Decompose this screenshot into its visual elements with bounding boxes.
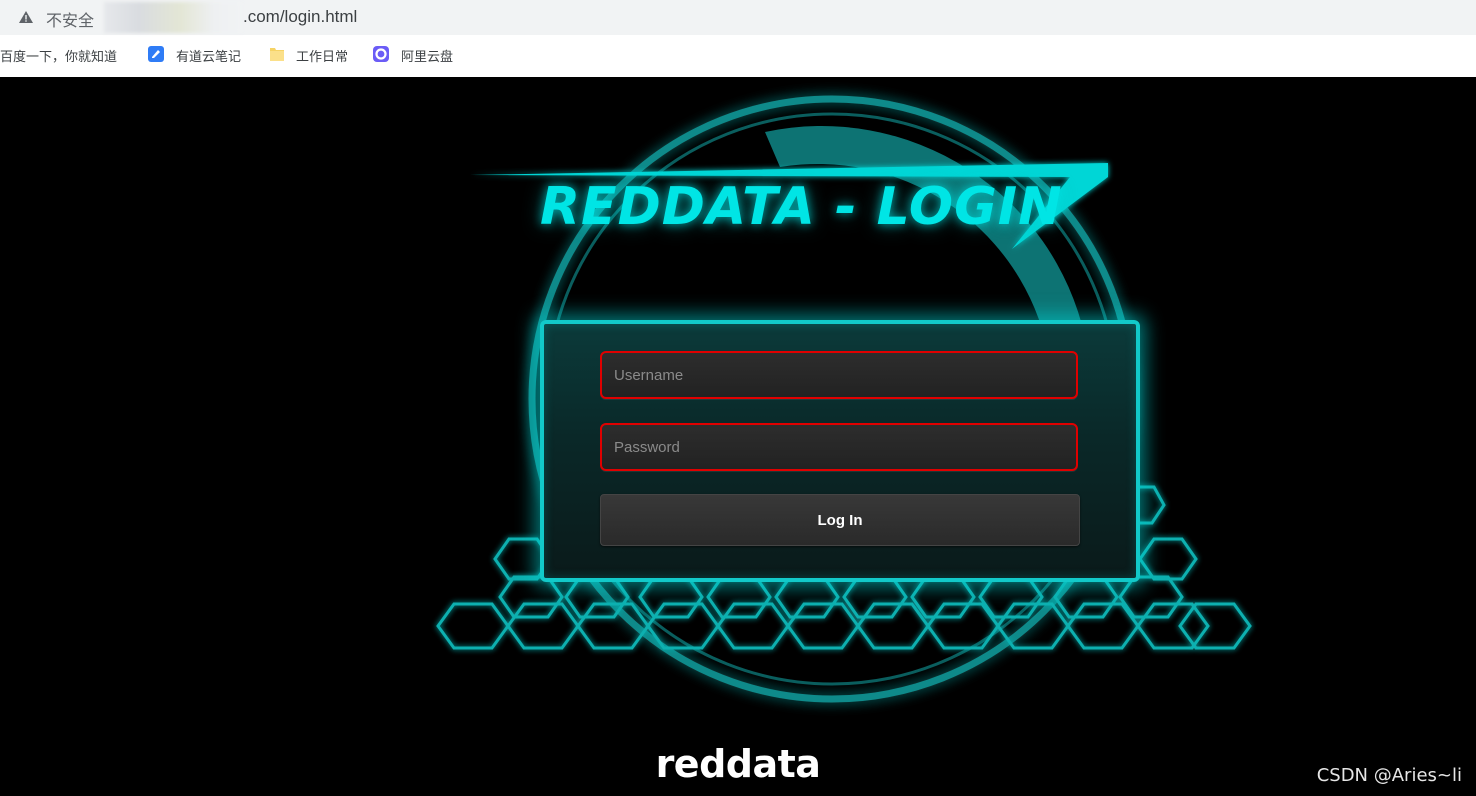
warning-icon[interactable] bbox=[18, 9, 34, 25]
url-text[interactable]: .com/login.html bbox=[243, 7, 357, 27]
watermark: CSDN @Aries~li bbox=[1316, 765, 1462, 786]
footer-brand: reddata bbox=[655, 742, 821, 786]
bookmark-baidu[interactable]: 百度一下，你就知道 bbox=[0, 46, 117, 65]
password-input[interactable] bbox=[602, 425, 1076, 469]
username-field-wrapper bbox=[600, 351, 1078, 399]
login-page: REDDATA - LOGIN Log In reddata CSDN @Ari… bbox=[0, 77, 1476, 796]
cloud-drive-icon bbox=[373, 46, 389, 62]
password-field-wrapper bbox=[600, 423, 1078, 471]
note-icon bbox=[148, 46, 164, 62]
bookmarks-bar: 百度一下，你就知道 有道云笔记 工作日常 阿里云盘 bbox=[0, 38, 1476, 74]
folder-icon bbox=[270, 48, 284, 61]
login-panel: Log In bbox=[540, 320, 1140, 582]
security-label[interactable]: 不安全 bbox=[46, 7, 94, 31]
bookmark-work[interactable]: 工作日常 bbox=[296, 46, 348, 65]
login-button[interactable]: Log In bbox=[600, 494, 1080, 546]
page-title: REDDATA - LOGIN bbox=[540, 177, 1063, 237]
bookmark-youdao[interactable]: 有道云笔记 bbox=[176, 46, 241, 65]
username-input[interactable] bbox=[602, 353, 1076, 397]
redacted-domain bbox=[104, 2, 242, 33]
address-bar[interactable]: 不安全 .com/login.html bbox=[0, 0, 1476, 35]
bookmark-aliyun[interactable]: 阿里云盘 bbox=[401, 46, 453, 65]
browser-chrome: 不安全 .com/login.html 百度一下，你就知道 有道云笔记 工作日常… bbox=[0, 0, 1476, 77]
